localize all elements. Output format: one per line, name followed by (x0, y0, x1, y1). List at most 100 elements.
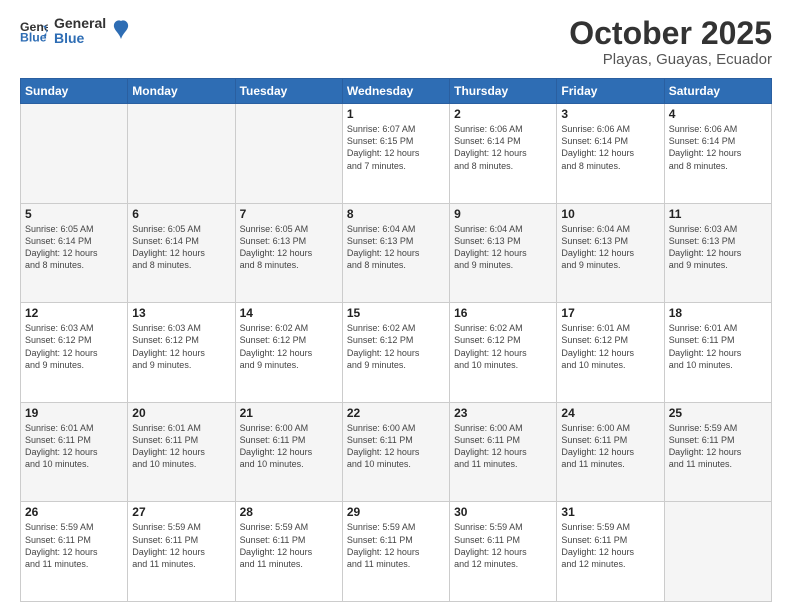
day-number: 19 (25, 406, 123, 420)
day-info: Sunrise: 6:04 AM Sunset: 6:13 PM Dayligh… (454, 223, 552, 272)
day-info: Sunrise: 6:07 AM Sunset: 6:15 PM Dayligh… (347, 123, 445, 172)
day-number: 26 (25, 505, 123, 519)
day-info: Sunrise: 6:02 AM Sunset: 6:12 PM Dayligh… (454, 322, 552, 371)
day-number: 13 (132, 306, 230, 320)
day-cell: 18Sunrise: 6:01 AM Sunset: 6:11 PM Dayli… (664, 303, 771, 403)
day-cell: 30 Sunrise: 5:59 AM Sunset: 6:11 PM Dayli… (450, 502, 557, 602)
day-cell: 19 Sunrise: 6:01 AM Sunset: 6:11 PM Dayli… (21, 402, 128, 502)
day-info: Sunrise: 6:04 AM Sunset: 6:13 PM Dayligh… (561, 223, 659, 272)
day-number: 11 (669, 207, 767, 221)
day-number: 8 (347, 207, 445, 221)
day-number: 1 (347, 107, 445, 121)
day-cell: 25 Sunrise: 5:59 AM Sunset: 6:11 PM Dayli… (664, 402, 771, 502)
day-number: 21 (240, 406, 338, 420)
day-number: 9 (454, 207, 552, 221)
day-cell: 17 Sunrise: 6:01 AM Sunset: 6:12 PM Dayli… (557, 303, 664, 403)
day-info: Sunrise: 6:00 AM Sunset: 6:11 PM Dayligh… (454, 422, 552, 471)
day-cell: 23Sunrise: 6:00 AM Sunset: 6:11 PM Dayli… (450, 402, 557, 502)
day-info: Sunrise: 6:03 AM Sunset: 6:13 PM Dayligh… (669, 223, 767, 272)
col-friday: Friday (557, 79, 664, 104)
day-info: Sunrise: 6:01 AM Sunset: 6:11 PM Dayligh… (669, 322, 767, 371)
col-wednesday: Wednesday (342, 79, 449, 104)
day-info: Sunrise: 6:00 AM Sunset: 6:11 PM Dayligh… (561, 422, 659, 471)
day-cell: 15 Sunrise: 6:02 AM Sunset: 6:12 PM Dayli… (342, 303, 449, 403)
day-info: Sunrise: 5:59 AM Sunset: 6:11 PM Dayligh… (454, 521, 552, 570)
day-info: Sunrise: 6:05 AM Sunset: 6:14 PM Dayligh… (25, 223, 123, 272)
day-info: Sunrise: 6:01 AM Sunset: 6:11 PM Dayligh… (25, 422, 123, 471)
day-cell: 5 Sunrise: 6:05 AM Sunset: 6:14 PM Daylig… (21, 203, 128, 303)
day-cell (21, 104, 128, 204)
day-info: Sunrise: 6:03 AM Sunset: 6:12 PM Dayligh… (132, 322, 230, 371)
day-number: 7 (240, 207, 338, 221)
col-monday: Monday (128, 79, 235, 104)
day-cell: 4Sunrise: 6:06 AM Sunset: 6:14 PM Daylig… (664, 104, 771, 204)
day-cell: 12 Sunrise: 6:03 AM Sunset: 6:12 PM Dayli… (21, 303, 128, 403)
day-cell: 2 Sunrise: 6:06 AM Sunset: 6:14 PM Daylig… (450, 104, 557, 204)
day-number: 31 (561, 505, 659, 519)
day-info: Sunrise: 6:05 AM Sunset: 6:13 PM Dayligh… (240, 223, 338, 272)
day-number: 16 (454, 306, 552, 320)
day-cell: 3 Sunrise: 6:06 AM Sunset: 6:14 PM Daylig… (557, 104, 664, 204)
day-info: Sunrise: 6:01 AM Sunset: 6:11 PM Dayligh… (132, 422, 230, 471)
day-number: 3 (561, 107, 659, 121)
logo-line2: Blue (54, 31, 106, 46)
day-info: Sunrise: 6:03 AM Sunset: 6:12 PM Dayligh… (25, 322, 123, 371)
day-info: Sunrise: 5:59 AM Sunset: 6:11 PM Dayligh… (240, 521, 338, 570)
logo-icon: General Blue (20, 17, 48, 45)
week-row-4: 19 Sunrise: 6:01 AM Sunset: 6:11 PM Dayli… (21, 402, 772, 502)
day-cell: 6Sunrise: 6:05 AM Sunset: 6:14 PM Daylig… (128, 203, 235, 303)
day-info: Sunrise: 5:59 AM Sunset: 6:11 PM Dayligh… (561, 521, 659, 570)
day-cell: 7 Sunrise: 6:05 AM Sunset: 6:13 PM Daylig… (235, 203, 342, 303)
col-sunday: Sunday (21, 79, 128, 104)
logo-line1: General (54, 16, 106, 31)
day-cell: 16 Sunrise: 6:02 AM Sunset: 6:12 PM Dayli… (450, 303, 557, 403)
day-number: 28 (240, 505, 338, 519)
day-cell: 1 Sunrise: 6:07 AM Sunset: 6:15 PM Daylig… (342, 104, 449, 204)
day-number: 29 (347, 505, 445, 519)
day-info: Sunrise: 5:59 AM Sunset: 6:11 PM Dayligh… (347, 521, 445, 570)
location-subtitle: Playas, Guayas, Ecuador (569, 51, 772, 68)
day-cell: 26 Sunrise: 5:59 AM Sunset: 6:11 PM Dayli… (21, 502, 128, 602)
day-number: 14 (240, 306, 338, 320)
day-number: 5 (25, 207, 123, 221)
day-number: 2 (454, 107, 552, 121)
title-block: October 2025 Playas, Guayas, Ecuador (569, 16, 772, 68)
day-info: Sunrise: 6:02 AM Sunset: 6:12 PM Dayligh… (240, 322, 338, 371)
month-title: October 2025 (569, 16, 772, 51)
day-number: 17 (561, 306, 659, 320)
logo-bird-icon (112, 19, 130, 41)
day-number: 12 (25, 306, 123, 320)
day-cell (664, 502, 771, 602)
day-info: Sunrise: 6:06 AM Sunset: 6:14 PM Dayligh… (561, 123, 659, 172)
day-info: Sunrise: 6:01 AM Sunset: 6:12 PM Dayligh… (561, 322, 659, 371)
week-row-2: 5 Sunrise: 6:05 AM Sunset: 6:14 PM Daylig… (21, 203, 772, 303)
calendar-table: Sunday Monday Tuesday Wednesday Thursday… (20, 78, 772, 602)
day-info: Sunrise: 6:04 AM Sunset: 6:13 PM Dayligh… (347, 223, 445, 272)
day-cell (235, 104, 342, 204)
day-number: 22 (347, 406, 445, 420)
day-number: 27 (132, 505, 230, 519)
day-cell: 10Sunrise: 6:04 AM Sunset: 6:13 PM Dayli… (557, 203, 664, 303)
header: General Blue General Blue October 2025 P… (20, 16, 772, 68)
day-number: 4 (669, 107, 767, 121)
day-info: Sunrise: 6:02 AM Sunset: 6:12 PM Dayligh… (347, 322, 445, 371)
day-info: Sunrise: 5:59 AM Sunset: 6:11 PM Dayligh… (25, 521, 123, 570)
day-cell: 29 Sunrise: 5:59 AM Sunset: 6:11 PM Dayli… (342, 502, 449, 602)
day-cell: 13 Sunrise: 6:03 AM Sunset: 6:12 PM Dayli… (128, 303, 235, 403)
day-info: Sunrise: 6:06 AM Sunset: 6:14 PM Dayligh… (454, 123, 552, 172)
day-number: 25 (669, 406, 767, 420)
day-number: 20 (132, 406, 230, 420)
day-cell: 20 Sunrise: 6:01 AM Sunset: 6:11 PM Dayli… (128, 402, 235, 502)
day-cell: 28 Sunrise: 5:59 AM Sunset: 6:11 PM Dayli… (235, 502, 342, 602)
calendar-header-row: Sunday Monday Tuesday Wednesday Thursday… (21, 79, 772, 104)
logo: General Blue General Blue (20, 16, 130, 47)
page: General Blue General Blue October 2025 P… (0, 0, 792, 612)
day-number: 30 (454, 505, 552, 519)
day-info: Sunrise: 5:59 AM Sunset: 6:11 PM Dayligh… (669, 422, 767, 471)
svg-text:Blue: Blue (20, 31, 47, 45)
day-number: 15 (347, 306, 445, 320)
day-info: Sunrise: 6:05 AM Sunset: 6:14 PM Dayligh… (132, 223, 230, 272)
week-row-3: 12 Sunrise: 6:03 AM Sunset: 6:12 PM Dayli… (21, 303, 772, 403)
week-row-5: 26 Sunrise: 5:59 AM Sunset: 6:11 PM Dayli… (21, 502, 772, 602)
col-tuesday: Tuesday (235, 79, 342, 104)
